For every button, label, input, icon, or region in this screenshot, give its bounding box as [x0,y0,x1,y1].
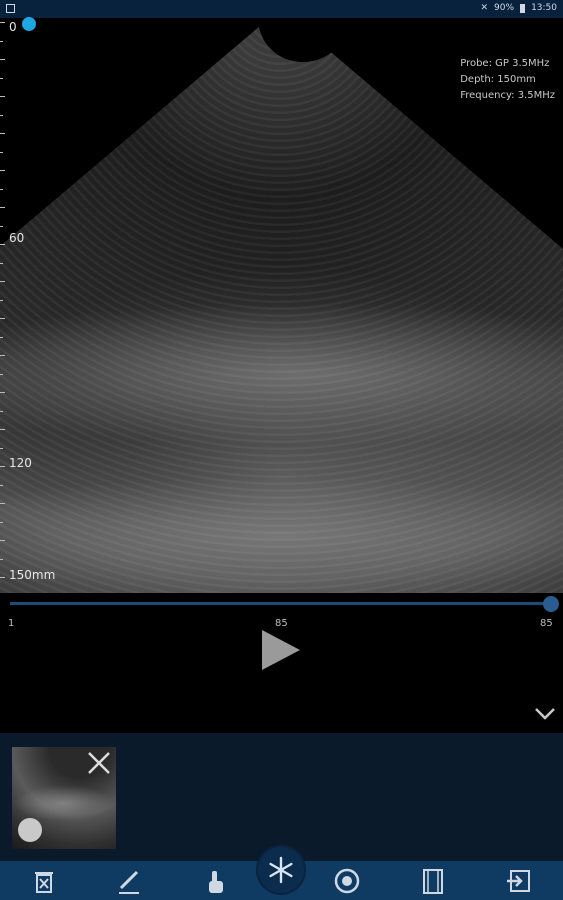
mute-icon: ✕ [480,3,489,13]
ruler-tick [0,133,5,134]
frequency-text: Frequency: 3.5MHz [460,90,555,101]
ruler-tick [0,540,5,541]
depth-label-120: 120 [9,456,32,470]
ruler-tick [0,373,3,375]
ruler-tick [0,170,5,171]
ruler-tick [0,207,5,208]
status-right: ✕ 90% 13:50 [481,3,558,13]
touch-icon[interactable] [200,866,230,896]
cine-clip-icon[interactable] [418,866,448,896]
ruler-tick [0,22,5,23]
ruler-tick [0,521,3,523]
delete-icon[interactable] [29,866,59,896]
camera-shutter-icon [18,818,42,842]
ruler-tick [0,336,3,338]
ruler-tick [0,151,3,153]
ultrasound-sector [0,18,563,593]
clock: 13:50 [531,3,557,13]
depth-label-60: 60 [9,231,25,245]
ruler-tick [0,318,5,319]
ruler-tick [0,466,5,467]
ruler-tick [0,410,3,412]
cine-scrubber-handle[interactable] [543,596,559,612]
ruler-tick [0,188,3,190]
depth-ruler [0,22,12,582]
battery-percent: 90% [494,3,515,13]
ruler-tick [0,484,3,486]
ruler-tick [0,392,5,393]
exit-icon[interactable] [504,866,534,896]
battery-icon [520,3,526,13]
ruler-tick [0,429,5,430]
ruler-tick [0,281,5,282]
snowflake-icon [269,856,293,884]
ruler-tick [0,225,3,227]
close-icon[interactable] [86,750,112,776]
depth-label-top: 0 [9,20,17,34]
ruler-tick [0,244,5,245]
depth-label-bottom: 150mm [9,568,56,582]
ruler-tick [0,40,3,42]
probe-info-panel: Probe: GP 3.5MHz Depth: 150mm Frequency:… [460,56,555,104]
ruler-tick [0,262,3,264]
ruler-tick [0,96,5,97]
frame-start: 1 [8,618,15,629]
ruler-tick [0,114,3,116]
play-button[interactable] [262,630,300,670]
freeze-button[interactable] [258,847,304,893]
frame-end: 85 [540,618,553,629]
ultrasound-image[interactable]: Probe: GP 3.5MHz Depth: 150mm Frequency:… [0,18,563,593]
depth-text: Depth: 150mm [460,74,536,85]
ruler-tick [0,558,3,560]
cine-scrubber[interactable] [10,602,553,605]
capture-icon[interactable] [332,866,362,896]
ruler-tick [0,299,3,301]
ruler-tick [0,355,5,356]
frame-current: 85 [275,618,288,629]
ruler-tick [0,577,5,578]
ruler-tick [0,447,3,449]
gallery-notification-icon [6,4,15,13]
status-bar: ✕ 90% 13:50 [0,0,563,18]
ruler-tick [0,77,3,79]
ruler-tick [0,503,5,504]
ruler-tick [0,59,5,60]
chevron-down-icon[interactable] [533,703,557,725]
edit-icon[interactable] [114,866,144,896]
probe-text: Probe: GP 3.5MHz [460,58,550,69]
focus-marker[interactable] [22,17,36,31]
